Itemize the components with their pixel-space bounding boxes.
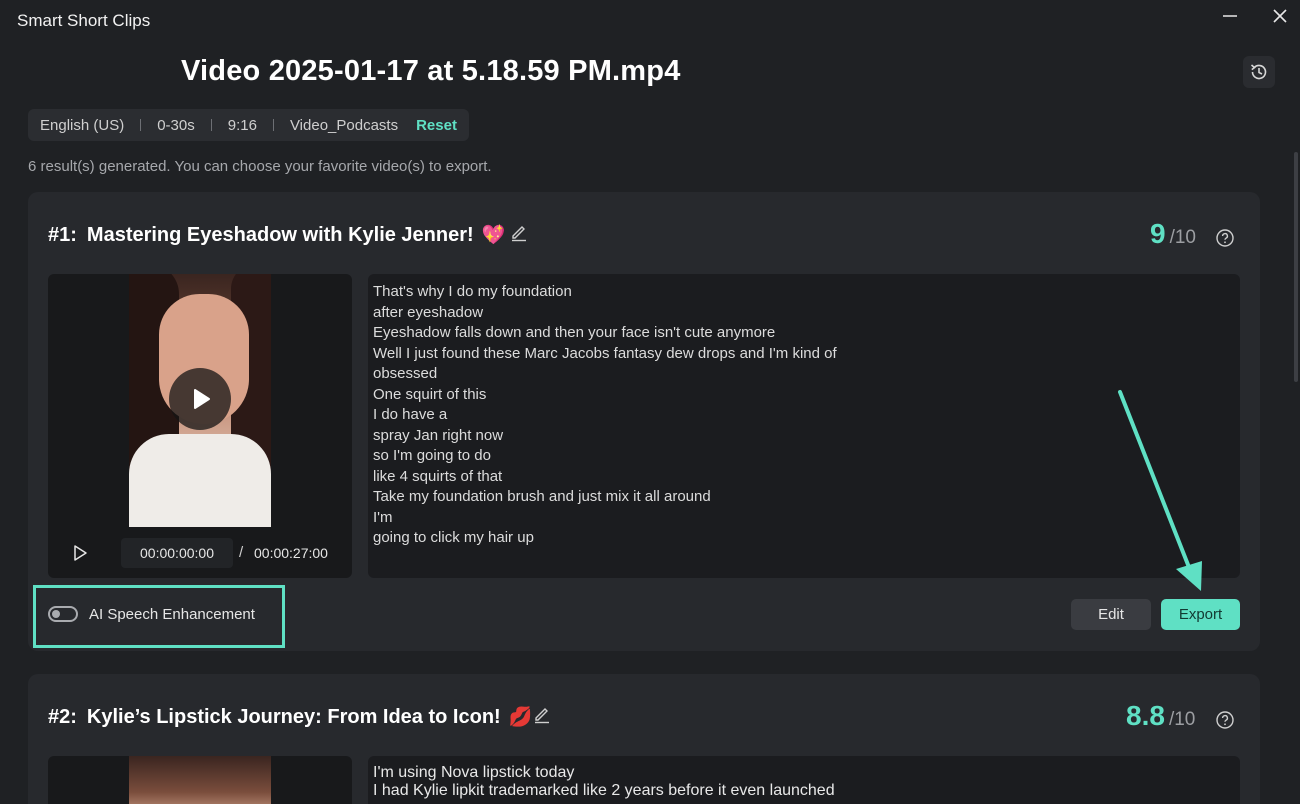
video-player <box>48 756 352 804</box>
duration-setting: 0-30s <box>157 116 195 134</box>
divider <box>210 119 212 131</box>
play-icon <box>194 389 210 409</box>
clip-title: #2: Kylie’s Lipstick Journey: From Idea … <box>48 705 532 729</box>
player-controls: 00:00:00:00 / 00:00:27:00 <box>48 536 352 570</box>
time-separator: / <box>239 544 244 561</box>
results-info: 6 result(s) generated. You can choose yo… <box>28 158 492 175</box>
reset-button[interactable]: Reset <box>416 117 457 134</box>
close-icon <box>1273 9 1287 23</box>
question-icon <box>1216 711 1234 729</box>
rename-button[interactable] <box>532 704 554 726</box>
transcript-line: spray Jan right now <box>373 426 504 444</box>
title-bar: Smart Short Clips <box>0 0 1300 42</box>
clip-card: #1: Mastering Eyeshadow with Kylie Jenne… <box>28 192 1260 651</box>
total-time: 00:00:27:00 <box>254 545 328 561</box>
clip-card: #2: Kylie’s Lipstick Journey: From Idea … <box>28 674 1260 804</box>
divider <box>140 119 142 131</box>
transcript-line: I'm <box>373 508 393 526</box>
transcript-line: That's why I do my foundation <box>373 283 572 300</box>
pencil-icon <box>512 226 526 242</box>
ratio-setting: 9:16 <box>227 116 257 134</box>
clip-score: 8.8 /10 <box>1126 700 1195 732</box>
clip-number: #2: <box>48 705 77 728</box>
question-icon <box>1216 229 1234 247</box>
history-button[interactable] <box>1243 56 1275 88</box>
transcript-line: One squirt of this <box>373 385 487 403</box>
transcript-line: obsessed <box>373 365 438 382</box>
video-player: 00:00:00:00 / 00:00:27:00 <box>48 274 352 578</box>
scrollbar[interactable] <box>1294 152 1298 792</box>
lips-emoji: 💋 <box>508 707 533 728</box>
export-button[interactable]: Export <box>1161 599 1240 630</box>
minimize-button[interactable] <box>1216 8 1244 34</box>
heart-emoji: 💖 <box>481 225 506 246</box>
video-thumbnail <box>129 756 271 804</box>
transcript-line: like 4 squirts of that <box>373 467 503 485</box>
template-setting: Video_Podcasts <box>289 116 399 134</box>
transcript-line: after eyeshadow <box>373 303 484 321</box>
toggle-knob <box>52 610 60 618</box>
language-setting: English (US) <box>40 116 125 134</box>
play-icon <box>74 545 87 561</box>
rename-button[interactable] <box>509 222 531 244</box>
transcript-panel: I'm using Nova lipstick today I had Kylie… <box>368 756 1240 804</box>
video-title: Video 2025-01-17 at 5.18.59 PM.mp4 <box>181 55 681 87</box>
transcript-line: going to click my hair up <box>373 529 534 546</box>
transcript-line: so I'm going to do <box>373 447 491 464</box>
transcript-line: I'm using Nova lipstick today <box>373 764 575 781</box>
score-help-button[interactable] <box>1215 710 1235 730</box>
minimize-icon <box>1223 15 1237 17</box>
speech-enhancement-label: AI Speech Enhancement <box>89 606 255 623</box>
thumbnail-shirt <box>129 434 271 527</box>
clip-title-text: Mastering Eyeshadow with Kylie Jenner! <box>86 223 474 246</box>
score-help-button[interactable] <box>1215 228 1235 248</box>
score-max: /10 <box>1168 709 1196 730</box>
pencil-icon <box>535 708 549 724</box>
speech-enhancement-toggle[interactable] <box>48 606 78 622</box>
play-overlay-button[interactable] <box>169 368 231 430</box>
divider <box>272 119 274 131</box>
app-title: Smart Short Clips <box>17 11 151 30</box>
transcript-line: Well I just found these Marc Jacobs fant… <box>373 344 837 362</box>
clip-number: #1: <box>48 223 77 246</box>
scrollbar-thumb[interactable] <box>1294 152 1298 382</box>
history-icon <box>1250 64 1267 80</box>
annotation-arrow <box>1118 390 1202 591</box>
score-max: /10 <box>1169 227 1196 248</box>
score-value: 8.8 <box>1126 700 1165 731</box>
transcript-line: I had Kylie lipkit trademarked like 2 ye… <box>373 782 835 799</box>
clip-title: #1: Mastering Eyeshadow with Kylie Jenne… <box>48 223 505 247</box>
edit-button[interactable]: Edit <box>1071 599 1151 630</box>
transcript-line: Eyeshadow falls down and then your face … <box>373 324 776 341</box>
clip-score: 9 /10 <box>1150 218 1196 250</box>
score-value: 9 <box>1150 218 1166 249</box>
clip-title-text: Kylie’s Lipstick Journey: From Idea to I… <box>86 705 501 728</box>
transcript-line: Take my foundation brush and just mix it… <box>373 488 711 505</box>
transcript-line: I do have a <box>373 406 448 423</box>
current-time: 00:00:00:00 <box>121 538 233 568</box>
close-button[interactable] <box>1266 8 1294 34</box>
play-button[interactable] <box>70 543 90 563</box>
settings-summary: English (US) 0-30s 9:16 Video_Podcasts R… <box>28 109 469 141</box>
